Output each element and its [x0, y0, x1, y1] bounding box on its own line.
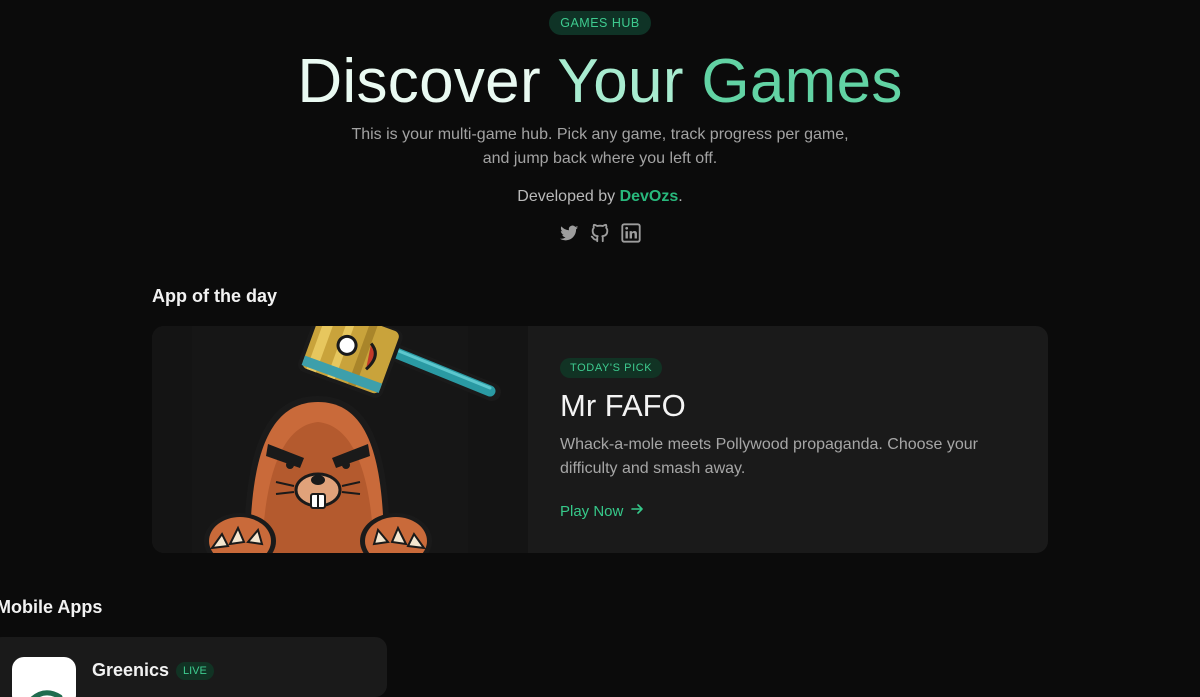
github-icon[interactable]	[589, 222, 611, 244]
title-part-1: Discover	[297, 47, 558, 116]
featured-app-title: Mr FAFO	[560, 388, 686, 423]
linkedin-icon[interactable]	[620, 222, 642, 244]
title-part-2: Your	[557, 47, 702, 116]
developed-by-label: Developed by	[517, 188, 620, 205]
app-of-the-day-heading: App of the day	[152, 286, 277, 306]
page-title: Discover Your Games	[0, 46, 1200, 117]
title-part-3: Games	[701, 47, 903, 116]
developer-credit: Developed by DevOzs.	[0, 188, 1200, 206]
todays-pick-badge: TODAY'S PICK	[560, 358, 663, 378]
social-links	[558, 222, 644, 244]
developer-link[interactable]: DevOzs	[620, 188, 679, 205]
developer-suffix: .	[678, 188, 683, 205]
games-hub-badge: GAMES HUB	[549, 11, 651, 35]
mr-fafo-artwork	[152, 326, 528, 553]
mobile-app-card[interactable]: Greenics LIVE	[0, 637, 387, 697]
featured-app-description: Whack-a-mole meets Pollywood propaganda.…	[560, 436, 978, 477]
hero-subtitle: This is your multi-game hub. Pick any ga…	[351, 126, 849, 167]
mobile-apps-heading: Mobile Apps	[0, 597, 103, 617]
live-status-badge: LIVE	[176, 662, 214, 680]
play-now-label: Play Now	[560, 502, 624, 520]
twitter-icon[interactable]	[558, 222, 580, 244]
mobile-app-name: Greenics	[92, 660, 170, 680]
featured-app-card[interactable]: TODAY'S PICK Mr FAFO Whack-a-mole meets …	[152, 326, 1048, 553]
play-now-link[interactable]: Play Now	[560, 502, 644, 520]
greenics-app-icon	[12, 657, 76, 697]
arrow-right-icon	[630, 502, 644, 520]
